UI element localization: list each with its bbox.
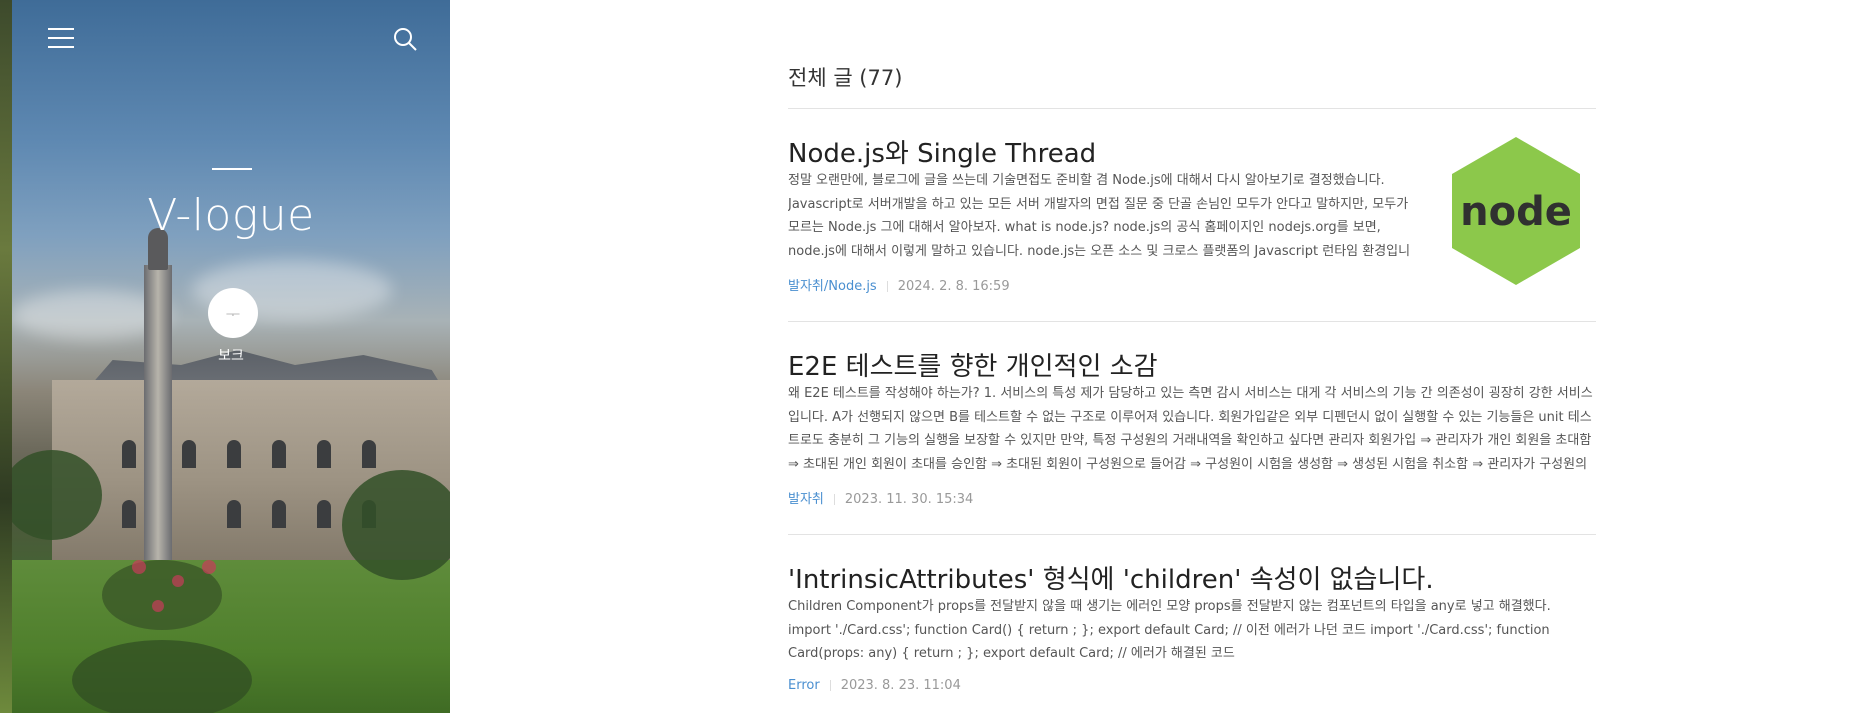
- background-image-strip: [0, 0, 12, 713]
- title-dash: [212, 168, 252, 170]
- window: [362, 440, 376, 468]
- page-title: 전체 글 (77): [788, 66, 903, 90]
- search-icon[interactable]: [392, 26, 418, 52]
- window: [182, 440, 196, 468]
- meta-separator: [833, 494, 835, 505]
- post-date: 2023. 8. 23. 11:04: [840, 678, 961, 693]
- flower: [132, 560, 146, 574]
- nodejs-logo-icon[interactable]: node: [1448, 133, 1584, 289]
- flower: [202, 560, 216, 574]
- post-meta: 발자취/Node.js 2024. 2. 8. 16:59: [788, 275, 1010, 294]
- post-excerpt[interactable]: 정말 오랜만에, 블로그에 글을 쓰는데 기술면접도 준비할 겸 Node.js…: [788, 169, 1413, 263]
- post-category[interactable]: 발자취: [788, 492, 824, 507]
- shrub: [72, 640, 252, 713]
- flower: [152, 600, 164, 612]
- svg-text:node: node: [1460, 189, 1572, 235]
- window: [272, 440, 286, 468]
- meta-separator: [886, 281, 888, 292]
- post-date: 2024. 2. 8. 16:59: [897, 279, 1010, 294]
- window: [317, 500, 331, 528]
- window: [272, 500, 286, 528]
- post-title[interactable]: E2E 테스트를 향한 개인적인 소감: [788, 346, 1158, 383]
- meta-separator: [829, 680, 831, 691]
- window: [122, 440, 136, 468]
- window: [227, 500, 241, 528]
- stone-column: [144, 265, 172, 595]
- flower: [172, 575, 184, 587]
- divider: [788, 108, 1596, 109]
- post-title[interactable]: Node.js와 Single Thread: [788, 133, 1096, 170]
- post-title[interactable]: 'IntrinsicAttributes' 형식에 'children' 속성이…: [788, 559, 1434, 596]
- avatar-glyph: ᅮ: [225, 305, 241, 324]
- post-excerpt[interactable]: Children Component가 props를 전달받지 않을 때 생기는…: [788, 595, 1596, 666]
- divider: [788, 321, 1596, 322]
- profile-name[interactable]: 보크: [12, 345, 450, 365]
- divider: [788, 534, 1596, 535]
- post-date: 2023. 11. 30. 15:34: [844, 492, 974, 507]
- post-category[interactable]: Error: [788, 678, 820, 693]
- profile-avatar[interactable]: ᅮ: [208, 288, 258, 338]
- blog-title[interactable]: V-logue: [12, 190, 450, 241]
- window: [227, 440, 241, 468]
- post-meta: 발자취 2023. 11. 30. 15:34: [788, 488, 973, 507]
- window: [122, 500, 136, 528]
- post-category[interactable]: 발자취/Node.js: [788, 279, 877, 294]
- window: [317, 440, 331, 468]
- post-meta: Error 2023. 8. 23. 11:04: [788, 678, 961, 693]
- post-excerpt[interactable]: 왜 E2E 테스트를 작성해야 하는가? 1. 서비스의 특성 제가 담당하고 …: [788, 382, 1596, 476]
- menu-icon[interactable]: [48, 28, 74, 50]
- tree: [342, 470, 450, 580]
